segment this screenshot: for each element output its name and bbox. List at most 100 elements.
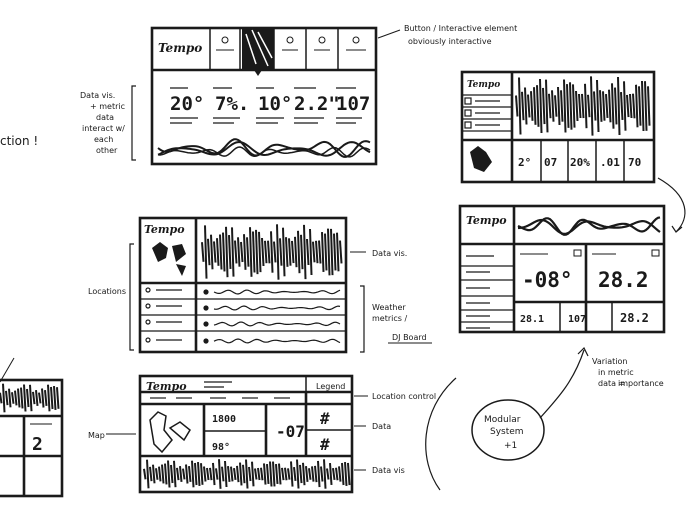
waveform-bar: [17, 388, 21, 408]
waveform-bar: [246, 237, 250, 267]
waveform-bar: [285, 237, 289, 267]
waveform-bar: [515, 95, 519, 117]
waveform-bar: [326, 468, 330, 480]
waveform-bar: [207, 238, 211, 266]
waveform-bar: [233, 467, 237, 481]
waveform-bar: [587, 94, 591, 118]
waveform-bar: [206, 467, 210, 481]
waveform-bar: [29, 384, 33, 412]
waveform-bar: [249, 227, 253, 277]
waveform-bar: [548, 93, 552, 119]
waveform-bar: [296, 459, 300, 489]
waveform-bar: [143, 468, 147, 480]
waveform-bar: [644, 81, 648, 131]
waveform-bar: [566, 84, 570, 128]
waveform-bar: [231, 227, 235, 277]
waveform-bar: [50, 386, 54, 410]
waveform-bar: [281, 467, 285, 481]
legend-label: Legend: [316, 382, 345, 391]
location-list[interactable]: [140, 287, 346, 343]
sketch-side-dashboard: Tempo 2° 07 20% .01 70: [460, 70, 656, 184]
waveform-bar: [308, 468, 312, 480]
waveform-bar: [336, 232, 340, 272]
note-map: Map: [88, 431, 105, 440]
side-list[interactable]: [462, 94, 512, 132]
waveform-bar: [8, 388, 12, 408]
waveform-bar: [0, 392, 3, 404]
waveform-bar: [258, 231, 262, 273]
waveform-bar: [545, 79, 549, 133]
waveform-bar: [14, 390, 18, 406]
waveform-bar: [611, 83, 615, 129]
waveform-bar: [234, 240, 238, 264]
waveform-bar: [617, 76, 621, 136]
svg-text:in metric: in metric: [598, 368, 634, 377]
waveform-bar: [279, 238, 283, 266]
waveform-bar: [201, 242, 205, 262]
waveform-bar: [542, 87, 546, 125]
svg-text:importance: importance: [618, 379, 664, 388]
waveform-bar: [327, 228, 331, 276]
waveform-bar: [149, 466, 153, 482]
waveform-bar: [329, 463, 333, 485]
waveform-bar: [5, 390, 9, 406]
waveform-bar: [291, 240, 295, 264]
side-list[interactable]: [460, 255, 514, 329]
waveform-bar: [264, 240, 268, 264]
svg-text:-07: -07: [276, 422, 305, 441]
waveform-bar: [629, 93, 633, 119]
wave-chart: [517, 216, 661, 236]
waveform-bar: [182, 468, 186, 480]
svg-text:+ metric: + metric: [90, 102, 125, 111]
waveform-bar: [284, 467, 288, 481]
waveform-bar: [260, 467, 264, 481]
waveform-bars: [515, 76, 651, 136]
svg-text:Modular: Modular: [484, 415, 521, 425]
map-icon: [149, 411, 191, 454]
waveform-bar: [188, 466, 192, 482]
waveform-bar: [245, 459, 249, 489]
waveform-bar: [257, 467, 261, 481]
waveform-bar: [222, 232, 226, 272]
waveform-bar: [293, 466, 297, 482]
waveform-bar: [305, 466, 309, 482]
svg-text:07: 07: [544, 156, 557, 169]
waveform-bar: [299, 464, 303, 484]
metric-2: 7%.: [215, 93, 249, 115]
waveform-bar: [38, 392, 42, 404]
waveform-bars: [143, 459, 351, 489]
svg-text:Location control: Location control: [372, 392, 436, 401]
svg-text:70: 70: [628, 156, 641, 169]
waveform-bar: [212, 462, 216, 486]
play-icon[interactable]: [573, 249, 582, 257]
waveform-bar: [216, 238, 220, 266]
waveform-bar: [254, 468, 258, 480]
waveform-bar: [236, 465, 240, 483]
waveform-bar: [605, 94, 609, 118]
waveform-bar: [228, 235, 232, 269]
waveform-bar: [647, 86, 651, 126]
waveform-bar: [11, 392, 15, 404]
waveform-bar: [237, 237, 241, 267]
waveform-bar: [152, 464, 156, 484]
waveform-bar: [312, 241, 316, 263]
svg-text:metrics /: metrics /: [372, 314, 407, 323]
waveform-bar: [32, 391, 36, 405]
big-metric-left: -08°: [522, 268, 573, 292]
waveform-bar: [224, 460, 228, 488]
waveform-bar: [272, 461, 276, 487]
metric-3: 10°: [258, 93, 292, 115]
waveform-bar: [203, 466, 207, 482]
tab-icons[interactable]: [216, 36, 366, 51]
waveform-bar: [330, 228, 334, 276]
sketch-locations-dashboard: Tempo: [138, 216, 348, 354]
waveform-bar: [35, 390, 39, 406]
note-button: Button / Interactive element: [404, 24, 517, 33]
waveform-bar: [294, 236, 298, 268]
play-icon[interactable]: [651, 249, 660, 257]
svg-text:2°: 2°: [518, 156, 531, 169]
waveform-bar: [170, 464, 174, 484]
metric-sliders[interactable]: [203, 289, 341, 344]
waveform-bar: [273, 241, 277, 263]
waveform-bar: [623, 81, 627, 131]
